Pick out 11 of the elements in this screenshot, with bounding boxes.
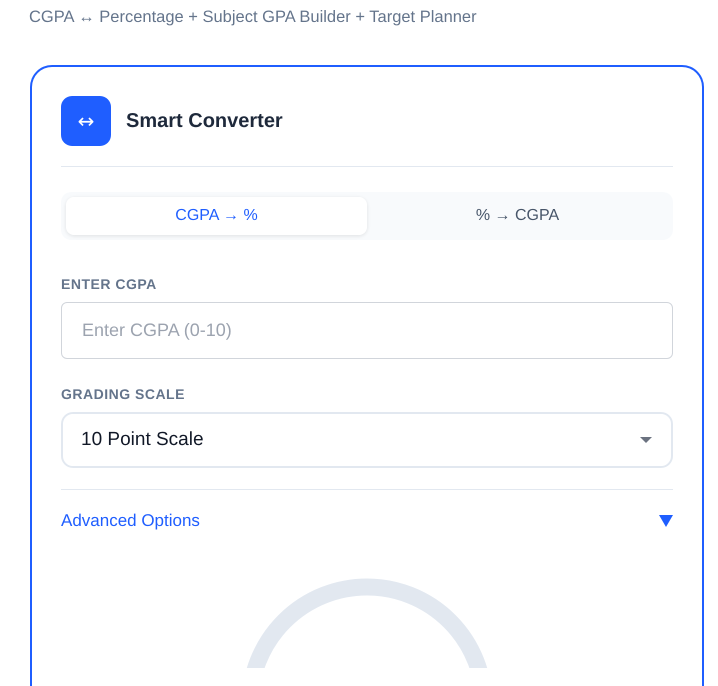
scale-select[interactable]: 10 Point Scale	[61, 412, 673, 468]
caret-icon	[639, 436, 653, 444]
card-title: Smart Converter	[126, 110, 283, 132]
field-label: ENTER CGPA	[61, 276, 158, 292]
swap-icon: ↔	[61, 96, 111, 146]
advanced-options-toggle[interactable]: Advanced Options	[61, 508, 673, 534]
mode-tab[interactable]: CGPA → %	[66, 197, 367, 235]
mode-tab[interactable]: % → CGPA	[367, 197, 668, 235]
page-subtitle: CGPA ↔ Percentage + Subject GPA Builder + Target Planner	[29, 7, 478, 28]
field-label: GRADING SCALE	[61, 386, 186, 402]
cgpa-input[interactable]: Enter CGPA (0-10)	[61, 302, 673, 359]
